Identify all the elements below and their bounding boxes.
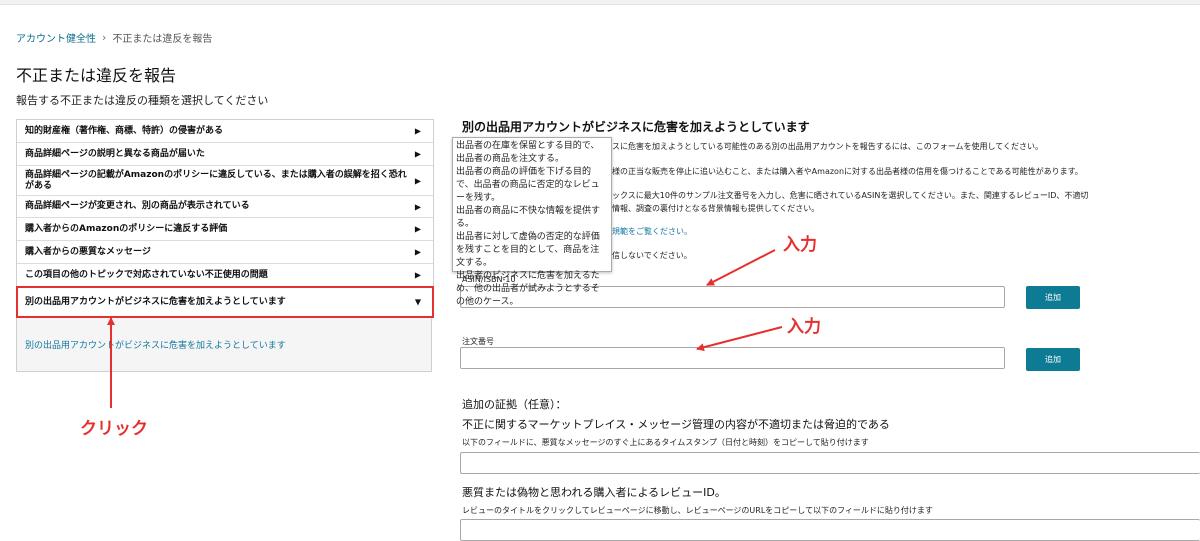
menu-item-label: 商品詳細ページの説明と異なる商品が届いた [25,148,205,159]
breadcrumb: アカウント健全性 › 不正または違反を報告 [16,30,212,45]
order-number-input[interactable] [460,347,1005,369]
tooltip-line: 出品者のビジネスに危害を加えるため、他の出品者が試みようとするその他のケース。 [456,271,600,307]
add-order-number-button[interactable]: 追加 [1026,348,1080,371]
menu-item-label: 商品詳細ページが変更され、別の商品が表示されている [25,201,250,211]
top-bar [0,0,1200,5]
tooltip-line: 出品者に対して虚偽の否定的な評価を残すことを目的として、商品を注文する。 [456,232,600,268]
message-section-title: 不正に関するマーケットプレイス・メッセージ管理の内容が不適切または脅迫的である [462,418,890,431]
menu-item-label: 購入者からの悪質なメッセージ [25,246,151,257]
chevron-right-icon: ▶ [414,247,421,257]
breadcrumb-current: 不正または違反を報告 [112,34,213,45]
menu-item-buyer-messages[interactable]: 購入者からの悪質なメッセージ ▶ [17,241,433,264]
chevron-right-icon: ▶ [414,126,421,136]
message-section-note: 以下のフィールドに、悪質なメッセージのすぐ上にあるタイムスタンプ（日付と時刻）を… [462,438,869,447]
annotation-click: クリック [80,419,148,439]
tooltip-line: 出品者の在庫を保留とする目的で、出品者の商品を注文する。 [456,141,600,164]
tooltip-line: 出品者の商品に不快な情報を提供する。 [456,206,601,229]
tooltip-line: 出品者の商品の評価を下げる目的で、出品者の商品に否定的なレビューを残す。 [456,167,600,203]
review-section-note: レビューのタイトルをクリックしてレビューページに移動し、レビューページのURLを… [462,506,933,515]
form-description: 様の正当な販売を停止に追い込むこと、または購入者やAmazonに対する出品者様の… [612,167,1083,176]
form-description: スに危害を加えようとしている可能性のある別の出品用アカウントを報告するには、この… [612,142,1044,151]
review-id-input[interactable] [460,519,1200,541]
chevron-right-icon: ▶ [414,224,421,234]
page-title: 不正または違反を報告 [16,66,177,85]
form-title: 別の出品用アカウントがビジネスに危害を加えようとしています [462,120,810,134]
chevron-right-icon: ▶ [414,202,421,211]
chevron-right-icon: ▶ [414,149,421,159]
selected-topic-link[interactable]: 別の出品用アカウントがビジネスに危害を加えようとしています [25,341,286,351]
form-description: 情報、調査の裏付けとなる背景情報も提供してください。 [612,204,820,213]
menu-item-listing-policy-violation[interactable]: 商品詳細ページの記載がAmazonのポリシーに違反している、または購入者の誤解を… [17,166,433,196]
menu-item-intellectual-property[interactable]: 知的財産権（著作権、商標、特許）の侵害がある ▶ [17,120,433,143]
chevron-right-icon: ▶ [414,176,421,185]
menu-item-listing-changed[interactable]: 商品詳細ページが変更され、別の商品が表示されている ▶ [17,196,433,218]
menu-item-buyer-feedback[interactable]: 購入者からのAmazonのポリシーに違反する評価 ▶ [17,218,433,241]
chevron-right-icon: ▶ [414,270,421,280]
menu-item-label: 商品詳細ページの記載がAmazonのポリシーに違反している、または購入者の誤解を… [25,169,407,191]
form-description: 信しないでください。 [612,251,692,260]
breadcrumb-separator: › [102,31,107,44]
evidence-title: 追加の証拠（任意）： [462,398,567,411]
page-subtitle: 報告する不正または違反の種類を選択してください [16,94,269,107]
breadcrumb-home-link[interactable]: アカウント健全性 [16,30,96,45]
review-section-title: 悪質または偽物と思われる購入者によるレビューID。 [462,486,726,499]
arrow-to-order-input [696,326,783,352]
add-asin-button[interactable]: 追加 [1026,286,1080,309]
guidelines-link[interactable]: 規範をご覧ください。 [612,226,692,237]
menu-item-item-not-as-described[interactable]: 商品詳細ページの説明と異なる商品が届いた ▶ [17,143,433,166]
menu-item-label: 知的財産権（著作権、商標、特許）の侵害がある [25,125,224,136]
menu-item-label: この項目の他のトピックで対応されていない不正使用の問題 [25,269,268,280]
menu-item-label: 購入者からのAmazonのポリシーに違反する評価 [25,223,228,234]
order-number-label: 注文番号 [462,337,494,346]
annotation-input-1: 入力 [783,235,817,255]
form-description: ックスに最大10件のサンプル注文番号を入力し、危害に晒されているASINを選択し… [612,191,1089,200]
examples-tooltip: 出品者の在庫を保留とする目的で、出品者の商品を注文する。 出品者の商品の評価を下… [452,137,612,307]
annotation-input-2: 入力 [787,317,821,337]
menu-item-other-abuse[interactable]: この項目の他のトピックで対応されていない不正使用の問題 ▶ [17,264,433,287]
menu-item-label: 別の出品用アカウントがビジネスに危害を加えようとしています [25,296,286,307]
chevron-down-icon: ▼ [414,297,421,307]
message-timestamp-input[interactable] [460,452,1200,474]
report-type-menu: 知的財産権（著作権、商標、特許）の侵害がある ▶ 商品詳細ページの説明と異なる商… [16,119,434,318]
selected-topic-panel: 別の出品用アカウントがビジネスに危害を加えようとしています [16,318,432,372]
arrow-to-asin-input [706,249,776,286]
menu-item-harmful-seller-account[interactable]: 別の出品用アカウントがビジネスに危害を加えようとしています ▼ [16,286,434,318]
